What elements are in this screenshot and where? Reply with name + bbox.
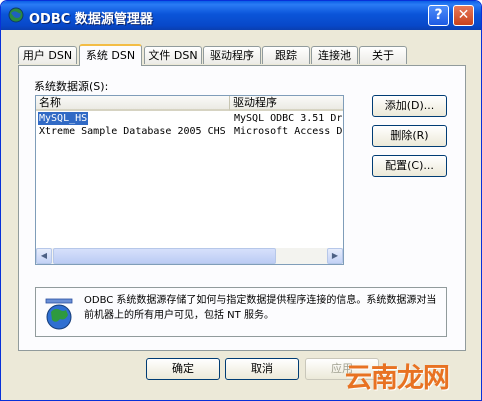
- cancel-button[interactable]: 取消: [225, 358, 299, 380]
- close-button[interactable]: ✕: [453, 5, 474, 26]
- datasource-list[interactable]: 名称 驱动程序 MySQL_HS MySQL ODBC 3.51 Dr Xtre…: [35, 95, 344, 265]
- table-row-name[interactable]: MySQL_HS: [38, 112, 89, 125]
- table-row-driver[interactable]: MySQL ODBC 3.51 Dr: [234, 112, 343, 125]
- database-globe-icon: [45, 298, 73, 330]
- tab-tracing[interactable]: 跟踪: [262, 46, 310, 64]
- tab-about[interactable]: 关于: [359, 46, 407, 64]
- scroll-left-icon[interactable]: ◀: [36, 248, 52, 264]
- window-title: ODBC 数据源管理器: [29, 12, 153, 27]
- tab-system-dsn[interactable]: 系统 DSN: [79, 44, 142, 66]
- tab-drivers[interactable]: 驱动程序: [203, 46, 261, 64]
- ok-button[interactable]: 确定: [146, 358, 220, 380]
- column-header-driver[interactable]: 驱动程序: [230, 96, 343, 111]
- tab-user-dsn[interactable]: 用户 DSN: [18, 46, 77, 64]
- scroll-right-icon[interactable]: ▶: [327, 248, 343, 264]
- table-row-name[interactable]: Xtreme Sample Database 2005 CHS: [39, 125, 231, 138]
- scroll-thumb[interactable]: [53, 248, 276, 264]
- tab-file-dsn[interactable]: 文件 DSN: [144, 46, 202, 64]
- system-datasources-label: 系统数据源(S):: [34, 80, 109, 93]
- watermark-logo: 云南龙网: [345, 363, 450, 394]
- odbc-globe-icon: [8, 7, 24, 23]
- horizontal-scrollbar[interactable]: ◀ ▶: [36, 248, 343, 264]
- configure-button[interactable]: 配置(C)...: [372, 155, 447, 177]
- title-bar[interactable]: ODBC 数据源管理器 ? ✕: [1, 1, 481, 30]
- add-button[interactable]: 添加(D)...: [372, 95, 447, 117]
- table-row-driver[interactable]: Microsoft Access D: [234, 125, 343, 138]
- remove-button[interactable]: 删除(R): [372, 125, 447, 147]
- help-button[interactable]: ?: [428, 5, 449, 26]
- tab-connection-pooling[interactable]: 连接池: [311, 46, 358, 64]
- column-header-name[interactable]: 名称: [36, 96, 230, 111]
- info-text: ODBC 系统数据源存储了如何与指定数据提供程序连接的信息。系统数据源对当前机器…: [84, 295, 437, 321]
